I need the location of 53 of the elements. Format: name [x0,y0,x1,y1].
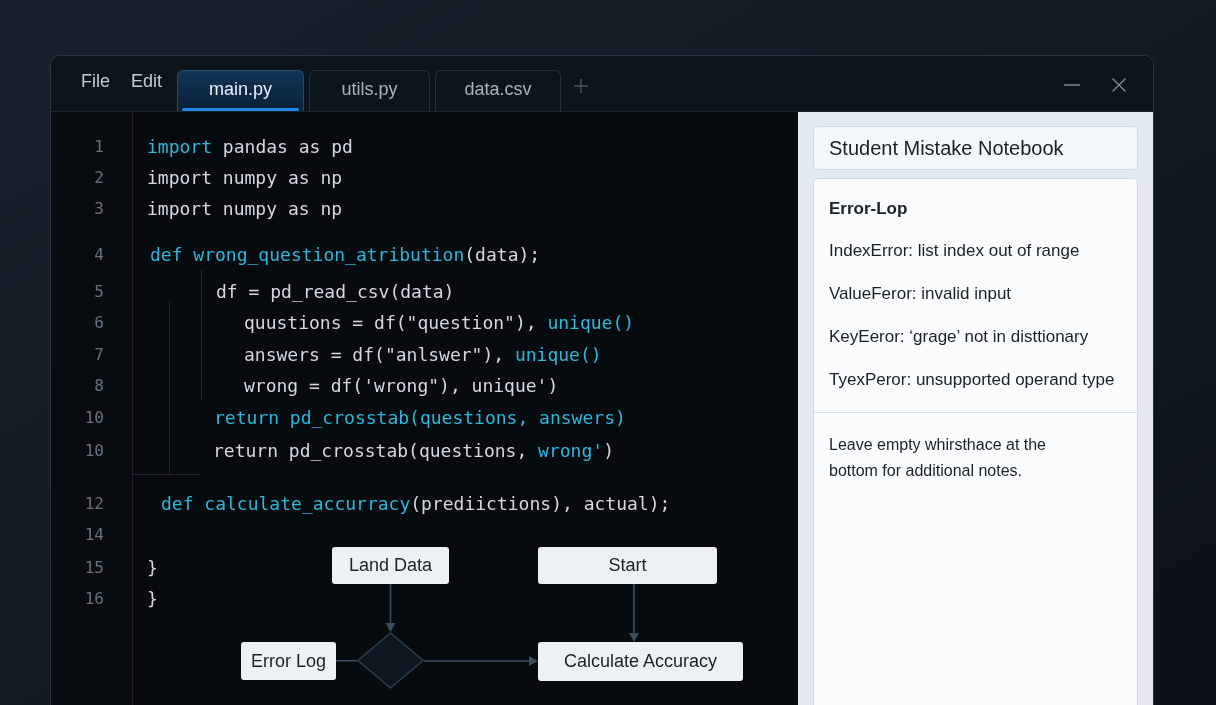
code-line: return pd_crosstab(questions, answers) [214,406,626,430]
flowchart-node: Start [538,547,717,584]
close-icon [1112,77,1126,92]
code-line: df = pd_read_csv(data) [216,280,455,304]
code-line: def wrong_question_atribution(data); [150,243,541,267]
line-number: 10 [84,406,104,429]
decision-diamond [357,632,424,689]
code-line: wrong = df('wrong"), unique') [244,374,559,398]
connector-line [335,659,358,662]
error-entry: KeyEeror: ‘grage’ not in disttionary [829,326,1090,348]
code-line: quustions = df("question"), unique() [244,311,635,335]
code-line: } [147,556,158,580]
line-number: 4 [94,243,104,266]
code-line: answers = df("anlswer"), unique() [244,343,602,367]
code-line: } [147,587,158,611]
file-tab[interactable]: main.py [177,70,305,111]
new-tab-button[interactable] [574,78,589,93]
line-number: 8 [94,374,104,397]
minimize-icon [1064,83,1080,86]
line-number: 7 [94,343,104,366]
minimize-button[interactable] [1064,83,1080,86]
line-number: 3 [94,197,104,220]
line-number: 2 [94,166,104,189]
menu-item[interactable]: Edit [131,68,163,95]
flowchart-node: Calculate Accuracy [538,642,743,681]
line-number: 16 [84,587,104,610]
error-entry: TyexPeror: unsupported operand type [829,369,1116,391]
file-tab[interactable]: data.csv [435,70,562,111]
line-number: 10 [84,439,104,462]
section-title: Error-Lop [829,198,909,220]
code-line: return pd_crosstab(questions, wrong') [213,439,614,463]
line-number: 6 [94,311,104,334]
line-number: 14 [84,523,104,546]
close-button[interactable] [1112,77,1126,92]
flowchart-node: Land Data [332,547,449,584]
menu-item[interactable]: File [81,68,110,95]
notebook-title: Student Mistake Notebook [829,136,1064,161]
code-line: def calculate_accurracy(prediictions), actual); [161,492,671,516]
line-number: 15 [84,556,104,579]
line-number: 1 [94,135,104,158]
flowchart-node: Error Log [241,642,336,680]
connector-arrow [629,583,639,642]
error-entry: IndexError: list index out of range [829,240,1081,262]
code-line: import numpy as np [147,197,343,221]
code-line: import numpy as np [147,166,343,190]
code-line: import pandas as pd [147,135,353,159]
line-number: 12 [84,492,104,515]
line-number: 5 [94,280,104,303]
connector-arrow [385,583,396,632]
file-tab[interactable]: utils.py [309,70,431,111]
plus-icon [574,78,589,93]
note-text: Leave empty whirsthace at the bottom for additional notes. [829,435,1047,481]
error-entry: ValueFeror: invalid input [829,283,1013,305]
